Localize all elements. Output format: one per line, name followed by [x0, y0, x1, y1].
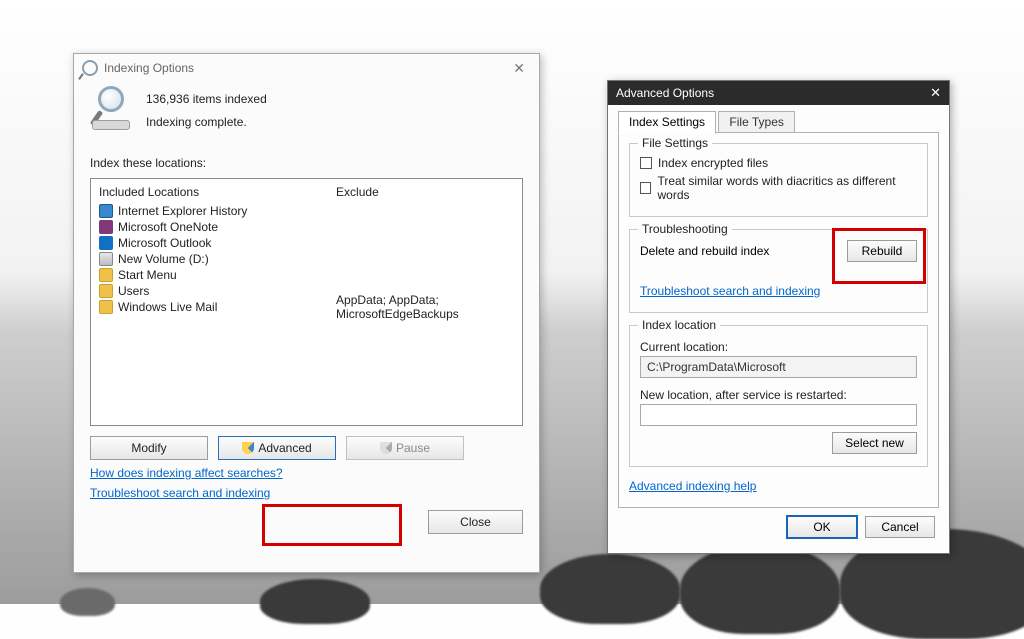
how-indexing-affects-link[interactable]: How does indexing affect searches? — [90, 466, 523, 480]
close-icon[interactable]: ✕ — [507, 58, 531, 79]
troubleshoot-link[interactable]: Troubleshoot search and indexing — [640, 284, 917, 298]
location-label: Internet Explorer History — [118, 204, 247, 218]
location-label: Start Menu — [118, 268, 177, 282]
folder-icon — [99, 300, 113, 314]
ie-icon — [99, 204, 113, 218]
list-item[interactable]: Microsoft OneNote — [99, 219, 320, 235]
location-label: Microsoft OneNote — [118, 220, 218, 234]
delete-rebuild-text: Delete and rebuild index — [640, 244, 769, 258]
onenote-icon — [99, 220, 113, 234]
tab-file-types[interactable]: File Types — [718, 111, 794, 133]
group-title: File Settings — [638, 136, 712, 150]
button-label: Pause — [396, 441, 430, 455]
list-item[interactable]: Windows Live Mail — [99, 299, 320, 315]
group-title: Troubleshooting — [638, 222, 732, 236]
magnifier-large-icon — [90, 86, 134, 130]
diacritics-checkbox[interactable] — [640, 182, 651, 194]
items-indexed-text: 136,936 items indexed — [146, 88, 267, 111]
button-label: Close — [460, 515, 491, 529]
advanced-indexing-help-link[interactable]: Advanced indexing help — [629, 479, 928, 493]
close-icon[interactable]: ✕ — [930, 85, 941, 101]
troubleshooting-group: Troubleshooting Delete and rebuild index… — [629, 229, 928, 313]
encrypted-checkbox[interactable] — [640, 157, 652, 169]
select-new-button[interactable]: Select new — [832, 432, 917, 454]
location-label: New Volume (D:) — [118, 252, 209, 266]
list-item[interactable]: Internet Explorer History — [99, 203, 320, 219]
group-title: Index location — [638, 318, 720, 332]
locations-listbox[interactable]: Included Locations Internet Explorer His… — [90, 178, 523, 426]
pause-button: Pause — [346, 436, 464, 460]
dialog-title: Indexing Options — [104, 61, 194, 75]
ok-button[interactable]: OK — [787, 516, 857, 538]
rebuild-button[interactable]: Rebuild — [847, 240, 917, 262]
dialog-title: Advanced Options — [616, 86, 714, 100]
exclude-value: AppData; AppData; MicrosoftEdgeBackups — [336, 293, 514, 321]
drive-icon — [99, 252, 113, 266]
button-label: Modify — [131, 441, 166, 455]
checkbox-label: Index encrypted files — [658, 156, 768, 170]
troubleshoot-link[interactable]: Troubleshoot search and indexing — [90, 486, 523, 500]
titlebar[interactable]: Advanced Options ✕ — [608, 81, 949, 105]
list-item[interactable]: New Volume (D:) — [99, 251, 320, 267]
advanced-options-dialog: Advanced Options ✕ Index Settings File T… — [607, 80, 950, 554]
cancel-button[interactable]: Cancel — [865, 516, 935, 538]
folder-icon — [99, 268, 113, 282]
list-item[interactable]: Users — [99, 283, 320, 299]
folder-icon — [99, 284, 113, 298]
advanced-button[interactable]: Advanced — [218, 436, 336, 460]
new-location-field[interactable] — [640, 404, 917, 426]
index-location-group: Index location Current location: C:\Prog… — [629, 325, 928, 467]
locations-label: Index these locations: — [90, 156, 523, 170]
shield-icon — [242, 442, 254, 454]
list-item[interactable]: Start Menu — [99, 267, 320, 283]
indexing-options-dialog: Indexing Options ✕ 136,936 items indexed… — [73, 53, 540, 573]
tab-strip: Index Settings File Types — [618, 111, 939, 133]
modify-button[interactable]: Modify — [90, 436, 208, 460]
current-location-field: C:\ProgramData\Microsoft — [640, 356, 917, 378]
shield-icon — [380, 442, 392, 454]
list-item[interactable]: Microsoft Outlook — [99, 235, 320, 251]
column-exclude-header: Exclude — [336, 185, 514, 199]
tab-index-settings[interactable]: Index Settings — [618, 111, 716, 134]
indexing-status-text: Indexing complete. — [146, 111, 267, 134]
file-settings-group: File Settings Index encrypted files Trea… — [629, 143, 928, 217]
checkbox-label: Treat similar words with diacritics as d… — [657, 174, 917, 202]
location-label: Users — [118, 284, 149, 298]
titlebar[interactable]: Indexing Options ✕ — [74, 54, 539, 82]
location-label: Microsoft Outlook — [118, 236, 211, 250]
close-button[interactable]: Close — [428, 510, 523, 534]
current-location-label: Current location: — [640, 340, 917, 354]
magnifier-icon — [82, 60, 98, 76]
column-included-header: Included Locations — [99, 185, 320, 199]
location-label: Windows Live Mail — [118, 300, 217, 314]
button-label: Advanced — [258, 441, 311, 455]
outlook-icon — [99, 236, 113, 250]
new-location-label: New location, after service is restarted… — [640, 388, 917, 402]
